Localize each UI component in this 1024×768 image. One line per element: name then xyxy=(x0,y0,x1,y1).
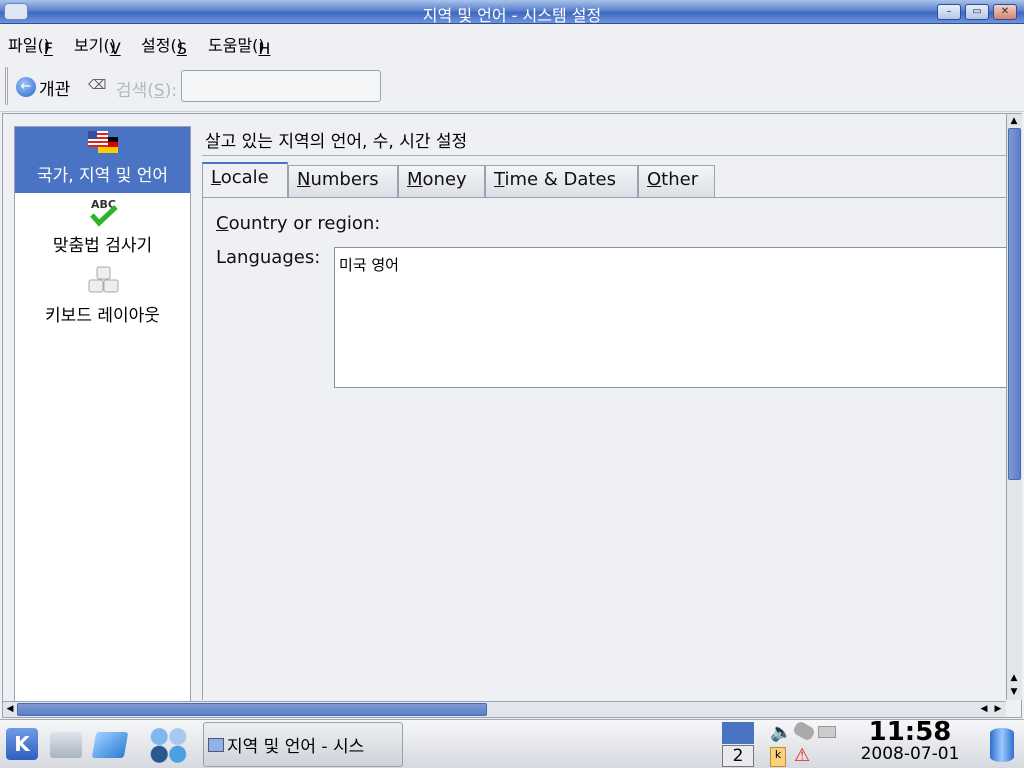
languages-label: Languages: xyxy=(216,247,321,268)
menu-help[interactable]: 도움말(H) xyxy=(208,32,270,58)
scroll-up-button[interactable]: ▲ xyxy=(1007,114,1021,128)
vertical-scroll-thumb[interactable] xyxy=(1008,128,1021,480)
trash-icon[interactable] xyxy=(990,728,1014,762)
clock-time[interactable]: 11:58 xyxy=(856,717,964,747)
editor-icon[interactable] xyxy=(91,732,129,758)
tab-other[interactable]: Other xyxy=(638,165,715,197)
scroll-right-button[interactable]: ▶ xyxy=(991,702,1005,716)
sidebar-item-label: 맞춤법 검사기 xyxy=(52,236,153,256)
sidebar-item-label: 키보드 레이아웃 xyxy=(45,306,160,326)
app-icon xyxy=(208,737,224,752)
taskbar-task-system-settings[interactable]: 지역 및 언어 - 시스 xyxy=(203,722,403,767)
country-region-label: Country or region: xyxy=(216,213,381,234)
volume-icon[interactable]: 🔈 xyxy=(770,722,792,743)
flags-icon xyxy=(87,131,118,153)
vertical-scrollbar[interactable]: ▲ ▲ ▼ xyxy=(1006,114,1022,700)
languages-list[interactable]: 미국 영어 xyxy=(334,247,1008,388)
page-heading: 살고 있는 지역의 언어, 수, 시간 설정 xyxy=(205,132,468,152)
scroll-down-button[interactable]: ▼ xyxy=(1007,685,1021,699)
taskbar: K 지역 및 언어 - 시스 2 🔈 k ⚠ 11:58 2008-07-01 xyxy=(0,717,1024,768)
language-item[interactable]: 미국 영어 xyxy=(339,254,1003,275)
title-bar: 지역 및 언어 - 시스템 설정 – ▭ ✕ xyxy=(0,0,1024,25)
spellcheck-icon: ABC xyxy=(89,198,118,227)
sidebar-item-label: 국가, 지역 및 언어 xyxy=(36,166,169,186)
menu-file[interactable]: 파일(F) xyxy=(8,32,53,58)
system-icon[interactable] xyxy=(50,732,82,758)
horizontal-scrollbar[interactable]: ◀ ◀ ▶ xyxy=(3,701,1006,717)
overview-label: 개관 xyxy=(39,79,71,100)
horizontal-scroll-thumb[interactable] xyxy=(17,703,487,716)
toolbar: ← 개관 ⌫ 검색(S): xyxy=(0,60,1024,112)
sidebar-item-spell-checker[interactable]: ABC 맞춤법 검사기 xyxy=(15,197,190,259)
search-input[interactable] xyxy=(181,70,381,102)
clock-date[interactable]: 2008-07-01 xyxy=(850,744,970,764)
toolbar-handle[interactable] xyxy=(5,67,8,105)
window-title: 지역 및 언어 - 시스템 설정 xyxy=(422,6,602,25)
klipper-icon[interactable]: k xyxy=(770,747,786,767)
keyboard-icon xyxy=(88,266,118,293)
search-label: 검색(S): xyxy=(116,81,178,101)
scroll-up-button-lower[interactable]: ▲ xyxy=(1007,671,1021,685)
minimize-button[interactable]: – xyxy=(937,4,961,20)
scroll-left-button-right[interactable]: ◀ xyxy=(977,702,991,716)
task-label: 지역 및 언어 - 시스 xyxy=(227,737,365,757)
back-arrow-icon: ← xyxy=(16,77,36,97)
network-apps-icon[interactable] xyxy=(146,724,190,766)
tab-locale[interactable]: Locale xyxy=(202,162,288,198)
sidebar-item-country-region-language[interactable]: 국가, 지역 및 언어 xyxy=(15,127,190,193)
heading-divider xyxy=(202,155,1006,156)
clear-search-icon[interactable]: ⌫ xyxy=(88,78,106,93)
update-warning-icon[interactable]: ⚠ xyxy=(794,745,810,766)
scroll-left-button[interactable]: ◀ xyxy=(3,702,17,716)
tab-numbers[interactable]: Numbers xyxy=(288,165,398,197)
tab-time-dates[interactable]: Time & Dates xyxy=(485,165,638,197)
tab-money[interactable]: Money xyxy=(398,165,485,197)
network-icon[interactable] xyxy=(791,719,817,743)
maximize-button[interactable]: ▭ xyxy=(965,4,989,20)
pager-desktop-1[interactable] xyxy=(722,722,754,744)
menu-view[interactable]: 보기(V) xyxy=(74,32,121,58)
menu-bar: 파일(F) 보기(V) 설정(S) 도움말(H) xyxy=(0,25,1024,59)
sidebar: 국가, 지역 및 언어 ABC 맞춤법 검사기 키보드 레이아웃 xyxy=(14,126,191,702)
pager-desktop-2[interactable]: 2 xyxy=(722,745,754,767)
close-button[interactable]: ✕ xyxy=(993,4,1017,20)
kde-menu-icon[interactable]: K xyxy=(6,728,38,760)
sidebar-item-keyboard-layout[interactable]: 키보드 레이아웃 xyxy=(15,265,190,327)
menu-settings[interactable]: 설정(S) xyxy=(141,32,187,58)
printer-icon[interactable] xyxy=(818,726,836,738)
overview-button[interactable]: ← 개관 xyxy=(16,74,70,100)
